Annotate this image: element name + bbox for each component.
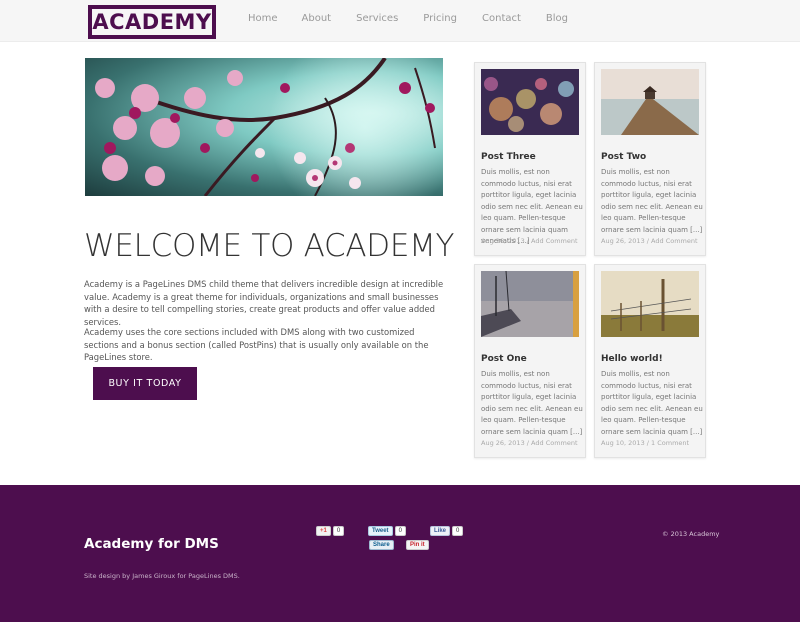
footer-title: Academy for DMS (84, 536, 219, 552)
page-title: WELCOME TO ACADEMY (84, 228, 455, 264)
post-meta: Aug 26, 2013 / Add Comment (481, 439, 578, 447)
site-logo[interactable]: ACADEMY (88, 5, 216, 39)
post-thumbnail-bokeh[interactable] (481, 69, 579, 135)
post-date: Aug 10, 2013 (601, 439, 645, 447)
post-date: Aug 26, 2013 (481, 237, 525, 245)
post-meta: Aug 26, 2013 / Add Comment (481, 237, 578, 245)
post-card-hello-world[interactable]: Hello world! Duis mollis, est non commod… (594, 264, 706, 458)
post-comment-link[interactable]: Add Comment (531, 237, 578, 245)
post-title[interactable]: Post One (481, 354, 527, 364)
google-plus-share[interactable]: +1 0 (316, 526, 345, 536)
post-title[interactable]: Post Two (601, 152, 646, 162)
nav-contact[interactable]: Contact (482, 13, 521, 24)
post-date: Aug 26, 2013 (601, 237, 645, 245)
pinterest-share[interactable]: Pin it (406, 540, 429, 550)
google-plus-count: 0 (332, 526, 345, 536)
post-thumbnail-boat[interactable] (481, 271, 579, 337)
post-title[interactable]: Post Three (481, 152, 536, 162)
nav-blog[interactable]: Blog (546, 13, 568, 24)
google-plus-icon[interactable]: +1 (316, 526, 331, 536)
footer-credit: Site design by James Giroux for PageLine… (84, 572, 240, 580)
post-meta: Aug 10, 2013 / 1 Comment (601, 439, 690, 447)
post-comment-link[interactable]: 1 Comment (651, 439, 689, 447)
post-comment-link[interactable]: Add Comment (531, 439, 578, 447)
top-bar: ACADEMY Home About Services Pricing Cont… (0, 0, 800, 42)
nav-home[interactable]: Home (248, 13, 278, 24)
intro-paragraph: Academy is a PageLines DMS child theme t… (84, 279, 444, 327)
twitter-icon[interactable]: Tweet (368, 526, 393, 536)
tweet-share[interactable]: Tweet 0 (368, 526, 406, 536)
post-card-post-one[interactable]: Post One Duis mollis, est non commodo lu… (474, 264, 586, 458)
post-thumbnail-pier[interactable] (601, 69, 699, 135)
post-meta: Aug 26, 2013 / Add Comment (601, 237, 698, 245)
post-comment-link[interactable]: Add Comment (651, 237, 698, 245)
buy-it-today-button[interactable]: BUY IT TODAY (93, 367, 197, 400)
post-excerpt: Duis mollis, est non commodo luctus, nis… (481, 168, 583, 245)
post-excerpt: Duis mollis, est non commodo luctus, nis… (481, 370, 583, 436)
site-footer: Academy for DMS Site design by James Gir… (0, 485, 800, 622)
like-count: 0 (452, 526, 464, 536)
hero-image-cherry-blossom (85, 58, 443, 196)
linkedin-share[interactable]: Share (369, 540, 394, 550)
post-excerpt: Duis mollis, est non commodo luctus, nis… (601, 168, 703, 234)
facebook-like-share[interactable]: Like 0 (430, 526, 464, 536)
nav-pricing[interactable]: Pricing (423, 13, 457, 24)
post-card-post-two[interactable]: Post Two Duis mollis, est non commodo lu… (594, 62, 706, 256)
tweet-count: 0 (394, 526, 406, 536)
nav-services[interactable]: Services (356, 13, 398, 24)
post-title[interactable]: Hello world! (601, 354, 663, 364)
post-card-post-three[interactable]: Post Three Duis mollis, est non commodo … (474, 62, 586, 256)
nav-about[interactable]: About (302, 13, 332, 24)
secondary-paragraph: Academy uses the core sections included … (84, 327, 429, 362)
post-excerpt: Duis mollis, est non commodo luctus, nis… (601, 370, 703, 436)
post-date: Aug 26, 2013 (481, 439, 525, 447)
linkedin-icon[interactable]: Share (369, 540, 394, 550)
footer-copyright: © 2013 Academy (662, 530, 720, 538)
main-nav: Home About Services Pricing Contact Blog (248, 13, 593, 24)
pinterest-icon[interactable]: Pin it (406, 540, 429, 550)
facebook-icon[interactable]: Like (430, 526, 451, 536)
post-thumbnail-fence[interactable] (601, 271, 699, 337)
